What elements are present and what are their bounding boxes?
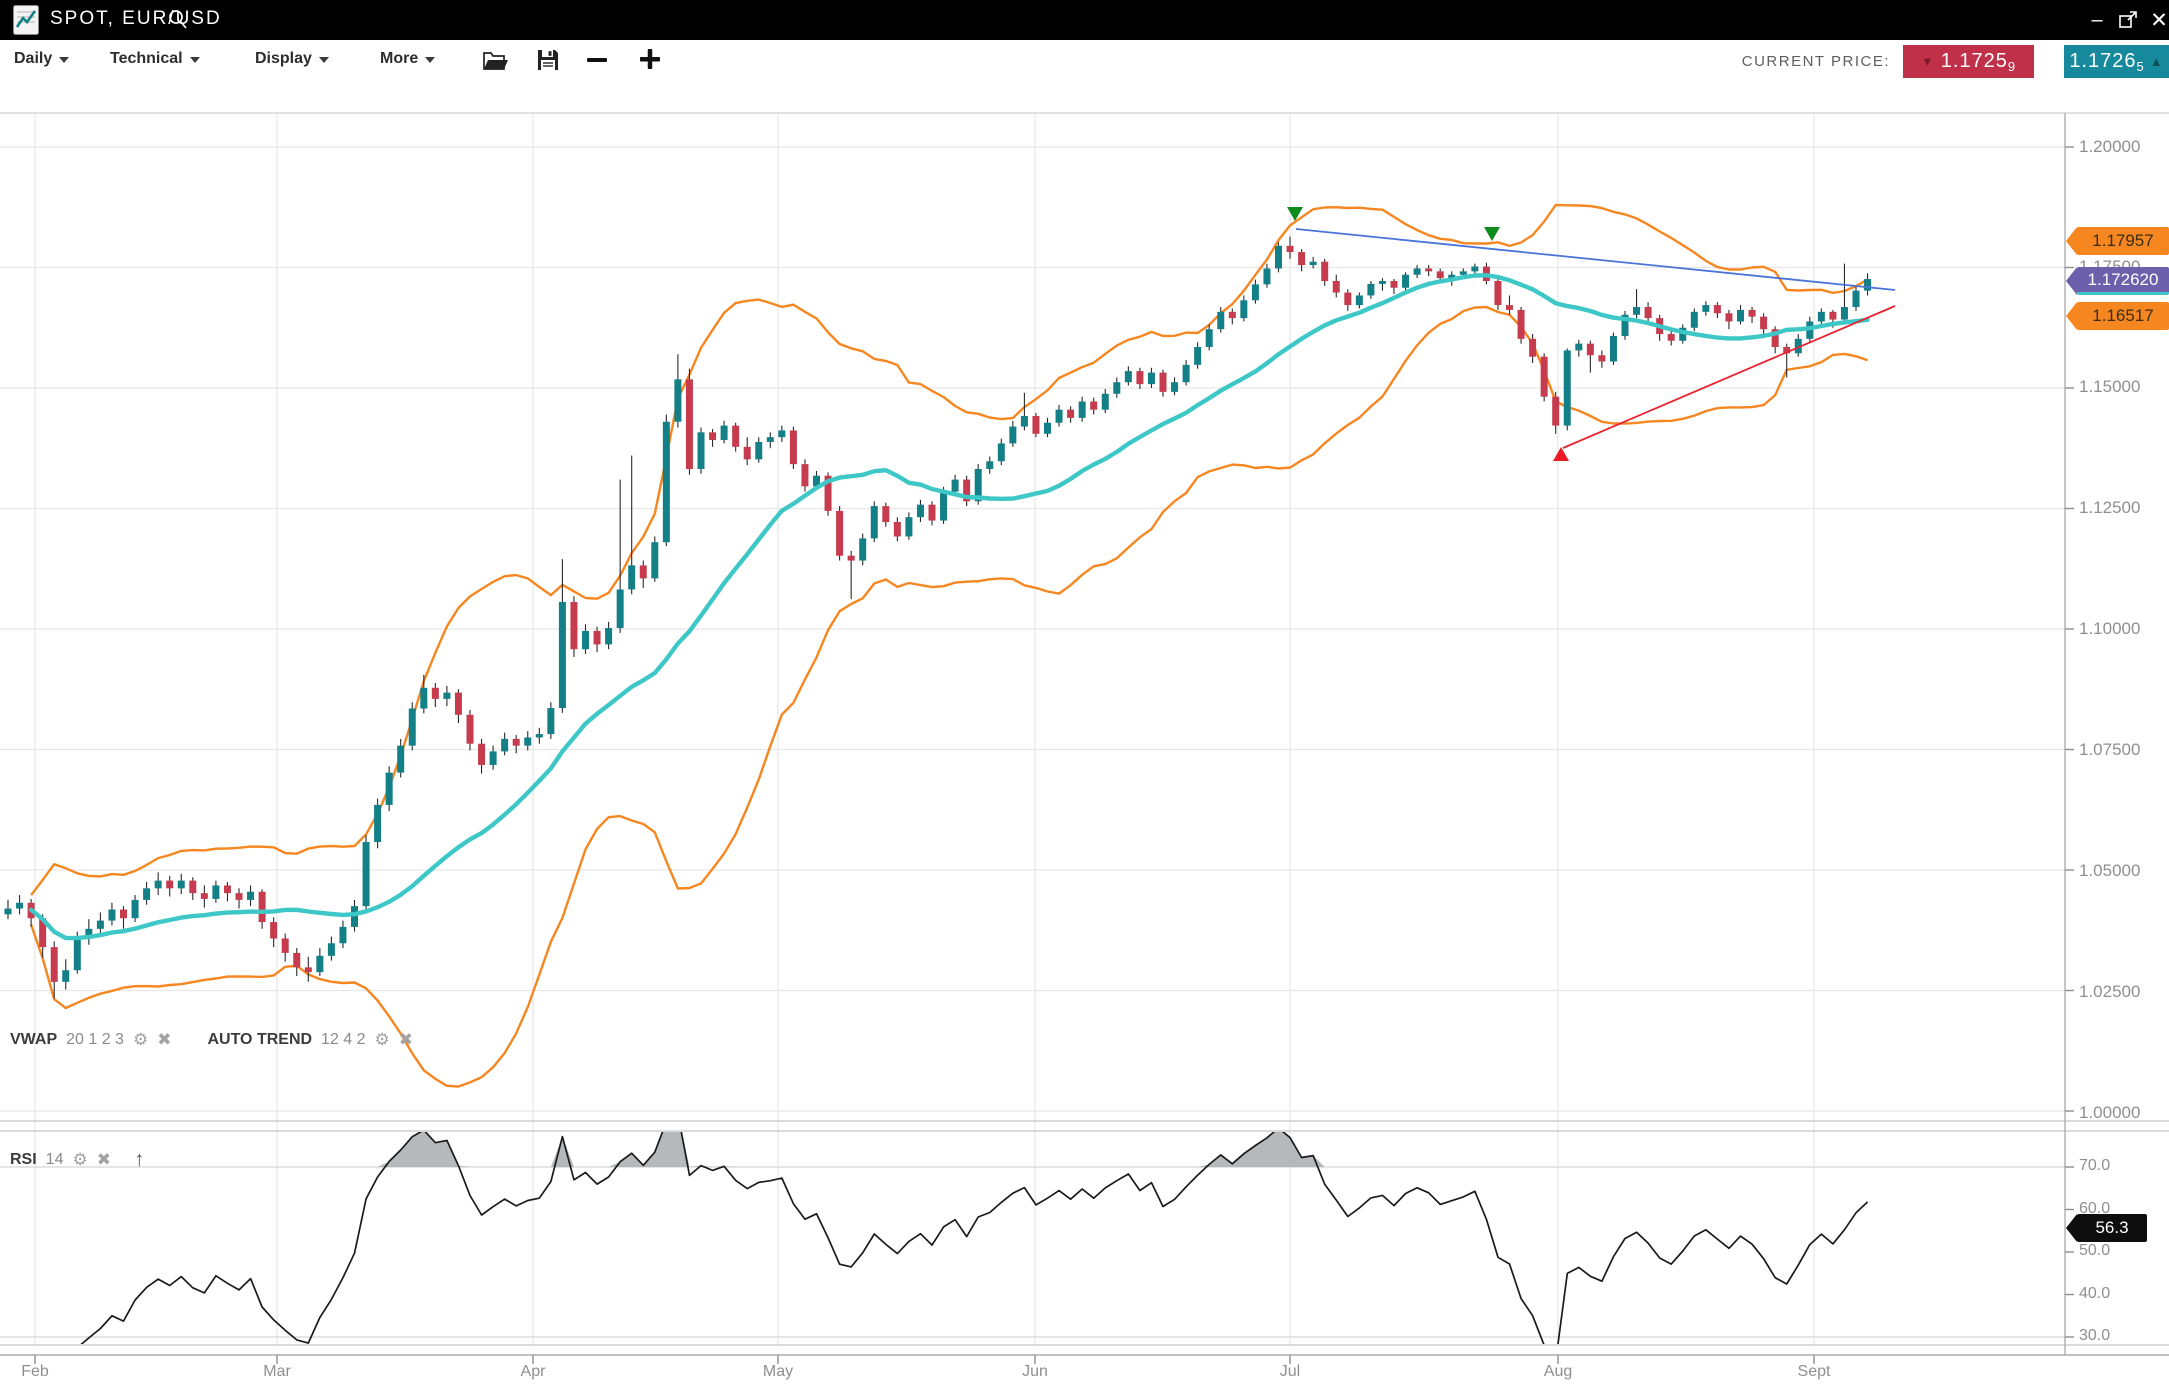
y-axis-label: 1.00000 <box>2079 1103 2169 1123</box>
chevron-down-icon <box>319 57 329 63</box>
vwap-settings-gear-icon[interactable]: ⚙ <box>133 1030 148 1050</box>
price-down-arrow-icon: ▼ <box>1921 55 1935 68</box>
app-logo-icon <box>13 5 39 35</box>
rsi-expand-arrow-icon[interactable]: ↑ <box>134 1148 145 1172</box>
minimize-button[interactable]: – <box>2082 0 2112 40</box>
x-axis-month-label: Apr <box>498 1363 568 1381</box>
rsi-axis-label: 70.0 <box>2079 1157 2139 1175</box>
open-folder-icon[interactable] <box>482 48 508 72</box>
bid-price-badge[interactable]: ▼ 1.1725 9 <box>1903 45 2034 78</box>
upper-band-price-tag: 1.17957 <box>2077 227 2169 255</box>
bid-price-value: 1.1725 <box>1941 50 2008 73</box>
zoom-in-icon[interactable] <box>637 44 663 74</box>
price-chart-canvas[interactable] <box>0 0 2169 1387</box>
autotrend-settings-gear-icon[interactable]: ⚙ <box>375 1030 390 1050</box>
y-axis-label: 1.15000 <box>2079 377 2169 397</box>
y-axis-label: 1.05000 <box>2079 861 2169 881</box>
price-up-arrow-icon: ▲ <box>2150 55 2164 68</box>
chevron-down-icon <box>190 57 200 63</box>
chevron-down-icon <box>425 57 435 63</box>
y-axis-label: 1.02500 <box>2079 982 2169 1002</box>
current-price-label: CURRENT PRICE: <box>1700 53 1890 70</box>
window-title: SPOT, EUR/USD <box>50 8 222 30</box>
x-axis-month-label: Mar <box>242 1363 312 1381</box>
timeframe-menu-label: Daily <box>14 50 52 68</box>
save-icon[interactable] <box>536 48 560 72</box>
bid-price-pip: 9 <box>2008 59 2016 74</box>
y-axis-label: 1.20000 <box>2079 137 2169 157</box>
y-axis-label: 1.12500 <box>2079 498 2169 518</box>
lower-band-price-tag: 1.16517 <box>2077 302 2169 330</box>
rsi-axis-label: 40.0 <box>2079 1285 2139 1303</box>
close-button[interactable]: ✕ <box>2144 0 2169 40</box>
autotrend-remove-icon[interactable]: ✖ <box>399 1030 413 1050</box>
rsi-indicator-params: 14 <box>46 1151 64 1169</box>
autotrend-indicator-params: 12 4 2 <box>321 1031 365 1049</box>
autotrend-indicator-label: AUTO TREND <box>207 1031 312 1049</box>
y-axis-label: 1.07500 <box>2079 740 2169 760</box>
display-menu-label: Display <box>255 50 312 68</box>
toolbar: Daily Technical Display More <box>0 40 2169 82</box>
popout-icon <box>2118 10 2138 30</box>
display-menu[interactable]: Display <box>255 50 329 68</box>
indicator-legend-row: VWAP 20 1 2 3 ⚙ ✖ AUTO TREND 12 4 2 ⚙ ✖ <box>10 1030 413 1050</box>
x-axis-month-label: Jun <box>1000 1363 1070 1381</box>
zoom-out-icon[interactable] <box>585 52 609 68</box>
rsi-value-tag: 56.3 <box>2077 1214 2147 1242</box>
popout-button[interactable] <box>2113 0 2143 40</box>
rsi-remove-icon[interactable]: ✖ <box>97 1150 111 1170</box>
ask-price-badge[interactable]: 1.1726 5 ▲ <box>2064 45 2169 78</box>
search-icon[interactable] <box>168 9 188 31</box>
rsi-axis-label: 30.0 <box>2079 1327 2139 1345</box>
rsi-indicator-label: RSI <box>10 1151 37 1169</box>
technical-menu[interactable]: Technical <box>110 50 200 68</box>
ask-price-pip: 5 <box>2137 59 2145 74</box>
more-menu[interactable]: More <box>380 50 435 68</box>
x-axis-month-label: Aug <box>1523 1363 1593 1381</box>
trading-app-window: 1.20000 1.17500 1.15000 1.12500 1.10000 … <box>0 0 2169 1387</box>
rsi-legend-row: RSI 14 ⚙ ✖ ↑ <box>10 1148 144 1172</box>
vwap-indicator-label: VWAP <box>10 1031 57 1049</box>
x-axis-month-label: Feb <box>0 1363 70 1381</box>
x-axis-month-label: May <box>743 1363 813 1381</box>
title-bar: SPOT, EUR/USD – ✕ <box>0 0 2169 40</box>
rsi-settings-gear-icon[interactable]: ⚙ <box>72 1150 87 1170</box>
timeframe-menu[interactable]: Daily <box>14 50 69 68</box>
current-price-tag: 1.172620 <box>2077 267 2169 295</box>
ask-price-value: 1.1726 <box>2069 50 2136 73</box>
rsi-axis-label: 50.0 <box>2079 1242 2139 1260</box>
technical-menu-label: Technical <box>110 50 183 68</box>
x-axis-month-label: Sept <box>1779 1363 1849 1381</box>
chevron-down-icon <box>59 57 69 63</box>
y-axis-label: 1.10000 <box>2079 619 2169 639</box>
x-axis-month-label: Jul <box>1255 1363 1325 1381</box>
vwap-remove-icon[interactable]: ✖ <box>157 1030 171 1050</box>
more-menu-label: More <box>380 50 418 68</box>
vwap-indicator-params: 20 1 2 3 <box>66 1031 124 1049</box>
